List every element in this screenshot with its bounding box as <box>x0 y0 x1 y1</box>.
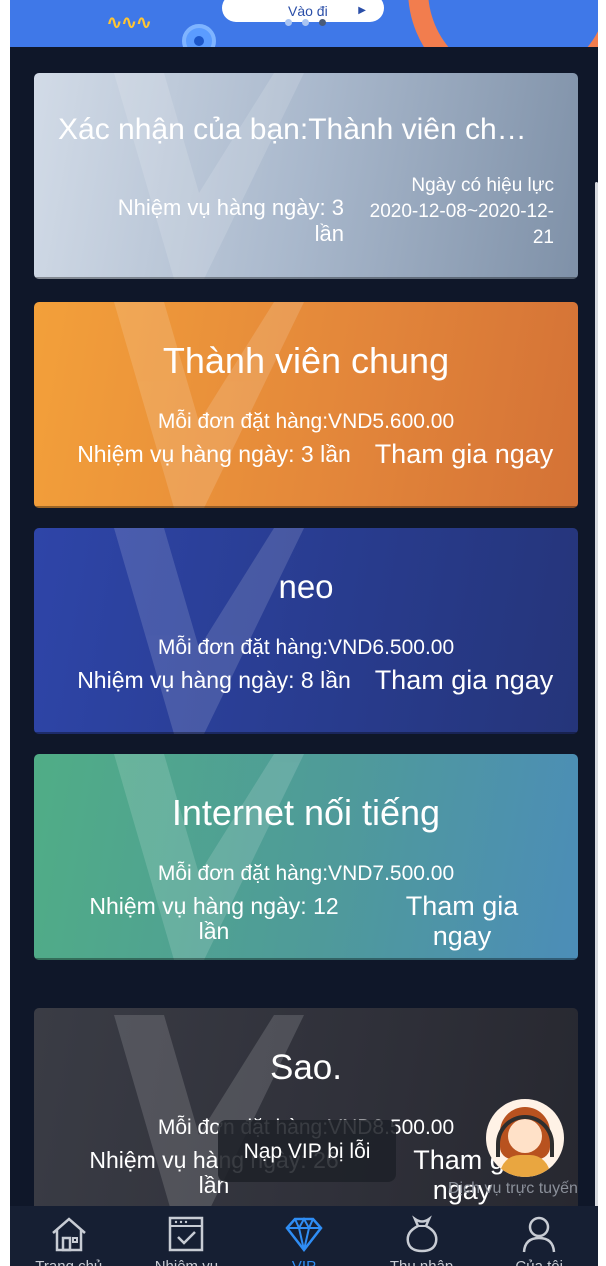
home-icon <box>51 1217 86 1252</box>
bottom-navigation: Trang chủ Nhiệm vụ VIP Thu nhập <box>10 1206 598 1266</box>
nav-item-tasks[interactable]: Nhiệm vụ <box>128 1206 246 1266</box>
nav-item-home[interactable]: Trang chủ <box>10 1206 128 1266</box>
nav-label: Thu nhập <box>363 1258 481 1266</box>
play-arrow-icon: ▶ <box>358 5 366 16</box>
banner-pagination <box>285 19 326 26</box>
vip-watermark-icon <box>114 528 304 734</box>
card-divider <box>34 506 578 508</box>
level-daily-tasks-line: Nhiệm vụ hàng ngày: 12 <box>89 893 339 919</box>
vip-level-card[interactable]: Thành viên chung Mỗi đơn đặt hàng:VND5.6… <box>34 302 578 508</box>
nav-label: Trang chủ <box>10 1258 128 1266</box>
level-name: neo <box>278 568 334 605</box>
validity-dates: 21 <box>532 227 554 248</box>
vip-level-card[interactable]: neo Mỗi đơn đặt hàng:VND6.500.00 Nhiệm v… <box>34 528 578 734</box>
customer-service-agent-icon[interactable] <box>486 1099 564 1177</box>
error-toast: Nạp VIP bị lỗi <box>218 1120 396 1182</box>
level-price: Mỗi đơn đặt hàng:VND5.600.00 <box>157 410 455 433</box>
promo-banner[interactable]: ∿∿∿ Vào đi ▶ <box>10 0 598 47</box>
vip-level-card[interactable]: Internet nối tiếng Mỗi đơn đặt hàng:VND7… <box>34 754 578 960</box>
join-now-button[interactable]: Tham gia ngay <box>364 665 564 695</box>
level-name: Internet nối tiếng <box>171 792 441 833</box>
join-now-button[interactable]: Tham gia ngay <box>364 439 564 469</box>
target-icon <box>182 24 216 47</box>
pagination-dot-active[interactable] <box>319 19 326 26</box>
level-daily-tasks: Nhiệm vụ hàng ngày: 12 lần <box>64 894 364 944</box>
daily-tasks: Nhiệm vụ hàng ngày: 3 lần <box>74 195 344 247</box>
vip-page: ∿∿∿ Vào đi ▶ Xác nhận của bạn:Thành viên… <box>10 0 598 1266</box>
daily-tasks-line: lần <box>314 221 344 246</box>
nav-label: Của tôi <box>480 1258 598 1266</box>
card-divider <box>34 732 578 734</box>
join-now-button[interactable]: Tham gia ngay <box>374 891 550 951</box>
nav-label: VIP <box>245 1258 363 1266</box>
join-now-label: Tham gia <box>405 891 519 921</box>
wave-icon: ∿∿∿ <box>106 12 152 34</box>
nav-label: Nhiệm vụ <box>128 1258 246 1266</box>
scrollbar[interactable] <box>595 182 598 1212</box>
level-daily-tasks-line: lần <box>198 918 230 944</box>
level-name: Sao. <box>270 1048 342 1087</box>
nav-item-income[interactable]: Thu nhập <box>363 1206 481 1266</box>
validity-label: Ngày có hiệu lực <box>411 175 554 196</box>
level-name: Thành viên chung <box>162 340 450 381</box>
card-divider <box>34 958 578 960</box>
vip-watermark-icon <box>114 73 304 279</box>
level-daily-tasks: Nhiệm vụ hàng ngày: 3 lần <box>77 441 351 467</box>
level-price: Mỗi đơn đặt hàng:VND6.500.00 <box>157 636 455 659</box>
diamond-icon <box>285 1216 323 1253</box>
join-now-label: ngay <box>432 921 492 951</box>
nav-item-vip[interactable]: VIP <box>245 1206 363 1266</box>
level-price: Mỗi đơn đặt hàng:VND7.500.00 <box>157 862 455 885</box>
level-daily-tasks: Nhiệm vụ hàng ngày: 8 lần <box>77 667 351 693</box>
money-bag-icon <box>406 1215 438 1253</box>
card-divider <box>34 277 578 279</box>
vip-watermark-icon <box>114 302 304 508</box>
agent-body <box>500 1155 550 1177</box>
user-icon <box>522 1216 556 1253</box>
pagination-dot[interactable] <box>285 19 292 26</box>
nav-item-profile[interactable]: Của tôi <box>480 1206 598 1266</box>
validity-dates: 2020-12-08~2020-12- <box>369 201 554 222</box>
current-membership-title: Xác nhận của bạn:Thành viên ch… <box>58 113 527 146</box>
task-list-icon <box>169 1216 204 1252</box>
banner-decoration-inner <box>428 0 598 47</box>
validity-period: Ngày có hiệu lực 2020-12-08~2020-12- 21 <box>344 173 554 251</box>
banner-enter-label: Vào đi <box>288 3 328 19</box>
pagination-dot[interactable] <box>302 19 309 26</box>
support-label[interactable]: Dịch vụ trực tuyến <box>448 1180 578 1198</box>
daily-tasks-line: Nhiệm vụ hàng ngày: 3 <box>117 195 344 220</box>
current-membership-card: Xác nhận của bạn:Thành viên ch… Nhiệm vụ… <box>34 73 578 279</box>
